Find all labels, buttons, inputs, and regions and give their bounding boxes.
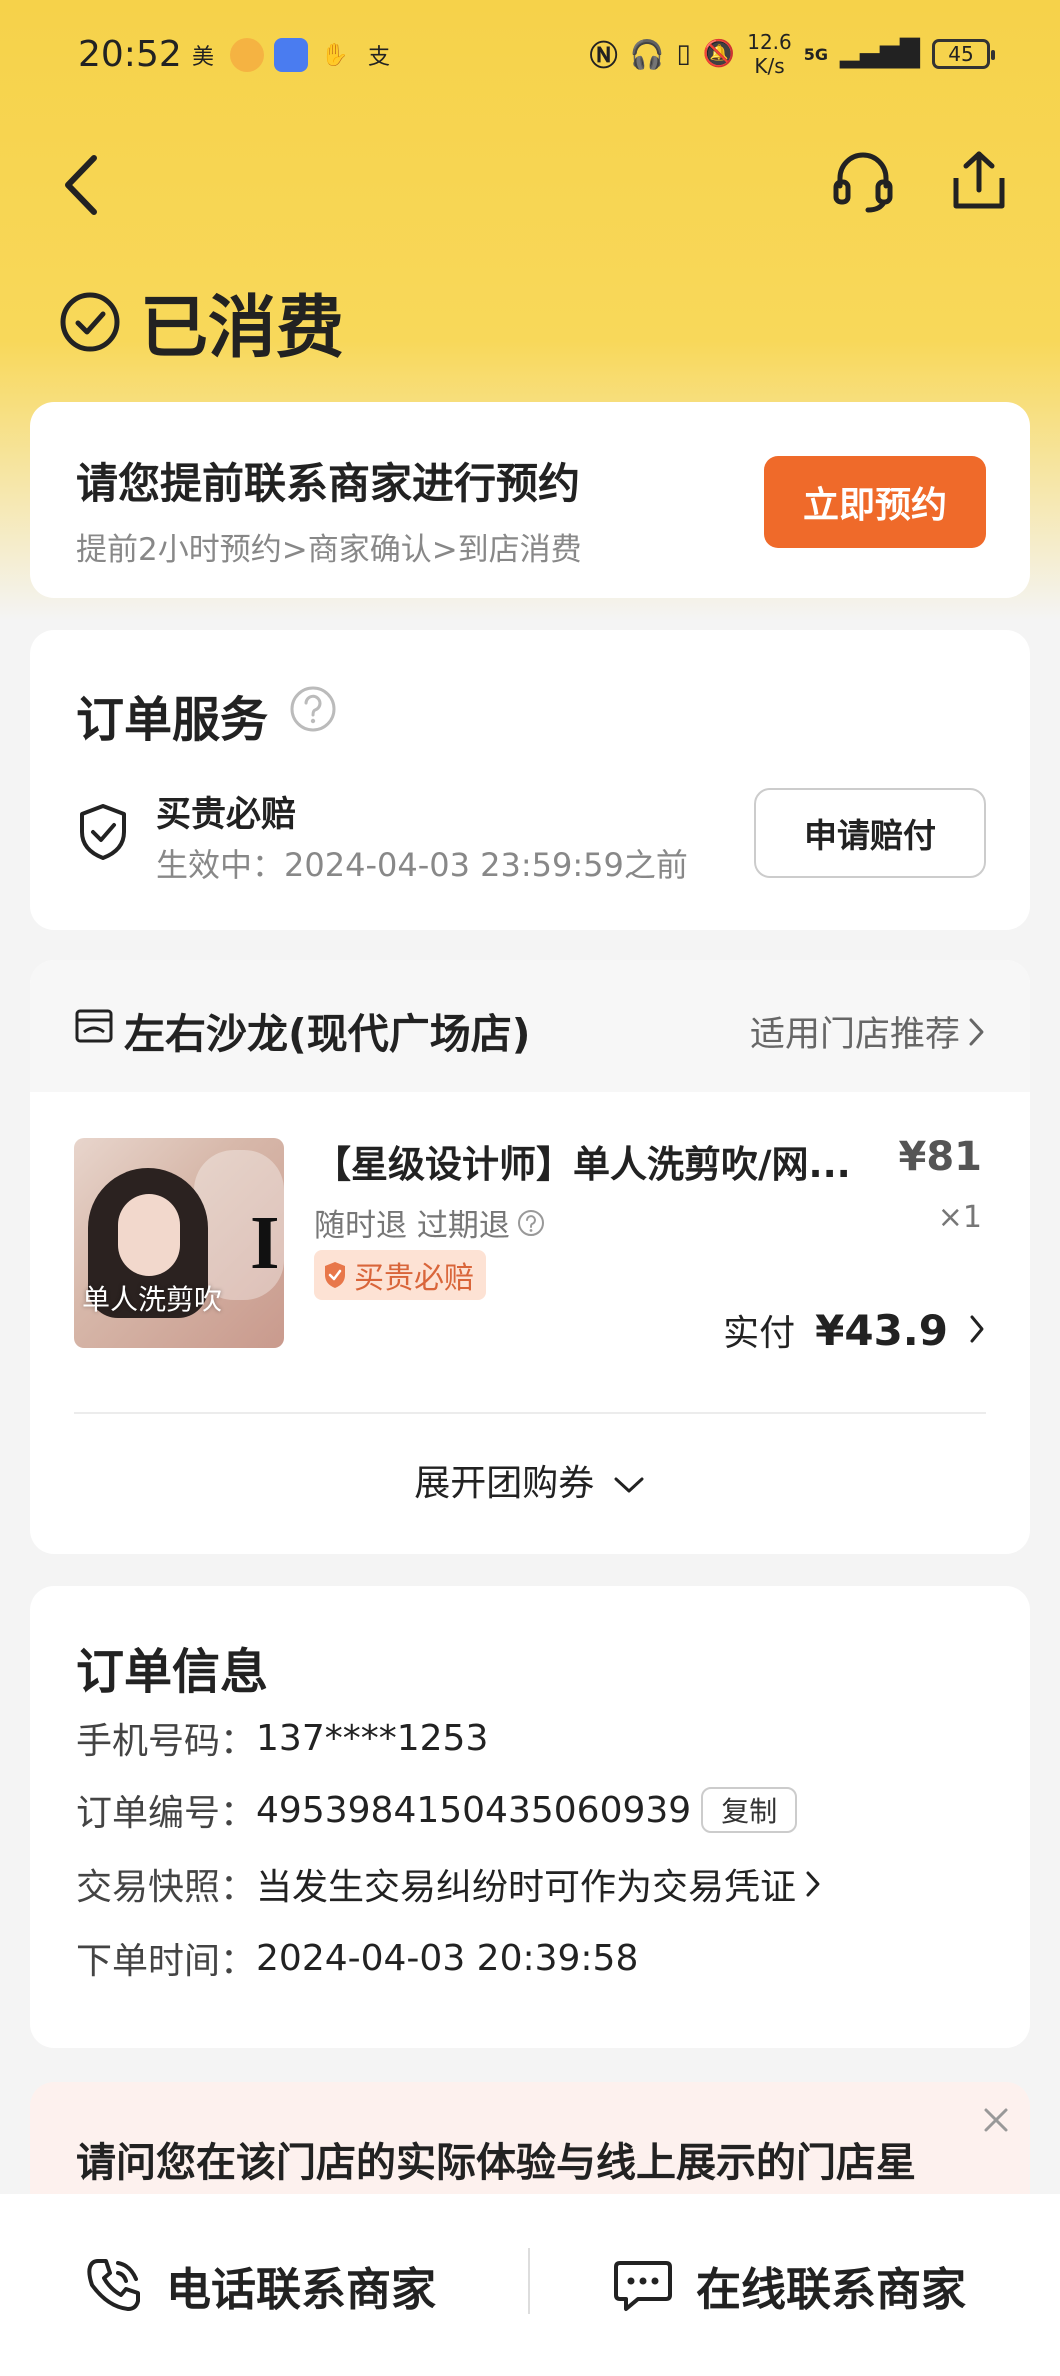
store-name[interactable]: 左右沙龙(现代广场店) (124, 1000, 530, 1060)
chevron-right-icon (968, 1313, 986, 1345)
back-icon[interactable] (58, 150, 106, 220)
headphone-status-icon: 🎧 (630, 38, 665, 71)
paid-amount-row[interactable]: 实付 ¥43.9 (723, 1304, 986, 1356)
phone-icon (84, 2255, 144, 2315)
booking-title: 请您提前联系商家进行预约 (76, 450, 580, 511)
snapshot-value: 当发生交易纠纷时可作为交易凭证 (256, 1858, 796, 1910)
booking-card: 请您提前联系商家进行预约 提前2小时预约>商家确认>到店消费 立即预约 (30, 402, 1030, 598)
chevron-right-icon (804, 1869, 822, 1899)
order-status: 已消费 (58, 272, 344, 371)
order-service-card: 订单服务 买贵必赔 生效中：2024-04-03 23:59:59之前 申请赔付 (30, 630, 1030, 930)
signal-icon: ▂▄▆█ (840, 39, 920, 69)
bottom-action-bar: 电话联系商家 在线联系商家 (0, 2194, 1060, 2376)
order-time-value: 2024-04-03 20:39:58 (256, 1938, 638, 1979)
status-notification-icons: 美 ✋ 支 (186, 38, 396, 72)
shield-check-icon (76, 802, 130, 862)
net-speed: 12.6 K/s (747, 30, 792, 78)
order-info-card: 订单信息 手机号码： 137****1253 订单编号： 49539841504… (30, 1586, 1030, 2048)
paid-label: 实付 (723, 1304, 795, 1356)
refund-tags: 随时退 过期退 (314, 1200, 546, 1245)
order-info-title: 订单信息 (76, 1632, 268, 1702)
check-circle-icon (58, 290, 122, 354)
customer-service-icon[interactable] (830, 148, 896, 214)
store-icon (74, 1006, 114, 1046)
network-type: 5G (804, 45, 828, 64)
status-bar: 20:52 美 ✋ 支 Ⓝ 🎧 ▯ 🔕 12.6 K/s 5G ▂▄▆█ 45 (0, 0, 1060, 112)
chat-icon (612, 2255, 674, 2315)
phone-value: 137****1253 (256, 1718, 488, 1759)
vibrate-icon: ▯ (677, 39, 691, 69)
blue-app-icon (274, 38, 308, 72)
copy-button[interactable]: 复制 (701, 1787, 797, 1833)
guarantee-name: 买贵必赔 (156, 786, 296, 837)
chevron-right-icon (966, 1015, 986, 1049)
service-title: 订单服务 (76, 680, 268, 750)
divider (74, 1412, 986, 1414)
phone-row: 手机号码： 137****1253 (76, 1712, 488, 1764)
product-name[interactable]: 【星级设计师】单人洗剪吹/网... (314, 1134, 874, 1188)
battery-icon: 45 (932, 39, 990, 69)
booking-steps: 提前2小时预约>商家确认>到店消费 (76, 524, 582, 569)
order-number-row: 订单编号： 4953984150435060939 复制 (76, 1784, 797, 1836)
status-title: 已消费 (140, 272, 344, 371)
nfc-icon: Ⓝ (590, 34, 618, 74)
guarantee-validity: 生效中：2024-04-03 23:59:59之前 (156, 840, 688, 886)
shield-check-icon (322, 1260, 348, 1290)
product-quantity: ×1 (938, 1200, 982, 1235)
call-merchant-button[interactable]: 电话联系商家 (84, 2194, 436, 2376)
snapshot-row[interactable]: 交易快照： 当发生交易纠纷时可作为交易凭证 (76, 1858, 822, 1910)
divider (528, 2248, 530, 2314)
product-price: ¥81 (899, 1134, 983, 1180)
share-icon[interactable] (948, 148, 1010, 214)
close-icon[interactable] (976, 2100, 1016, 2140)
product-image[interactable]: I 单人洗剪吹 (74, 1138, 284, 1348)
hand-icon: ✋ (318, 38, 352, 72)
paid-value: ¥43.9 (815, 1306, 948, 1355)
guarantee-badge: 买贵必赔 (314, 1250, 486, 1300)
chevron-down-icon (612, 1474, 646, 1496)
status-system-icons: Ⓝ 🎧 ▯ 🔕 12.6 K/s 5G ▂▄▆█ 45 (590, 30, 990, 78)
help-icon[interactable] (288, 684, 338, 734)
product-image-caption: 单人洗剪吹 (82, 1278, 222, 1318)
mute-icon: 🔕 (703, 39, 735, 69)
store-card: 左右沙龙(现代广场店) 适用门店推荐 I 单人洗剪吹 【星级设计师】单人洗剪吹/… (30, 960, 1030, 1554)
order-number-value: 4953984150435060939 (256, 1790, 691, 1831)
chat-merchant-button[interactable]: 在线联系商家 (612, 2194, 966, 2376)
apply-claim-button[interactable]: 申请赔付 (754, 788, 986, 878)
alipay-notification-icon: 支 (362, 38, 396, 72)
meituan-notification-icon: 美 (186, 38, 220, 72)
status-time: 20:52 (78, 34, 182, 75)
basketball-app-icon (230, 38, 264, 72)
book-now-button[interactable]: 立即预约 (764, 456, 986, 548)
survey-question: 请问您在该门店的实际体验与线上展示的门店星 (76, 2130, 916, 2188)
store-recommend-link[interactable]: 适用门店推荐 (750, 1006, 986, 1057)
order-time-row: 下单时间： 2024-04-03 20:39:58 (76, 1932, 638, 1984)
help-icon[interactable] (516, 1208, 546, 1238)
store-header[interactable]: 左右沙龙(现代广场店) 适用门店推荐 (30, 960, 1030, 1092)
expand-coupons-button[interactable]: 展开团购券 (30, 1454, 1030, 1506)
